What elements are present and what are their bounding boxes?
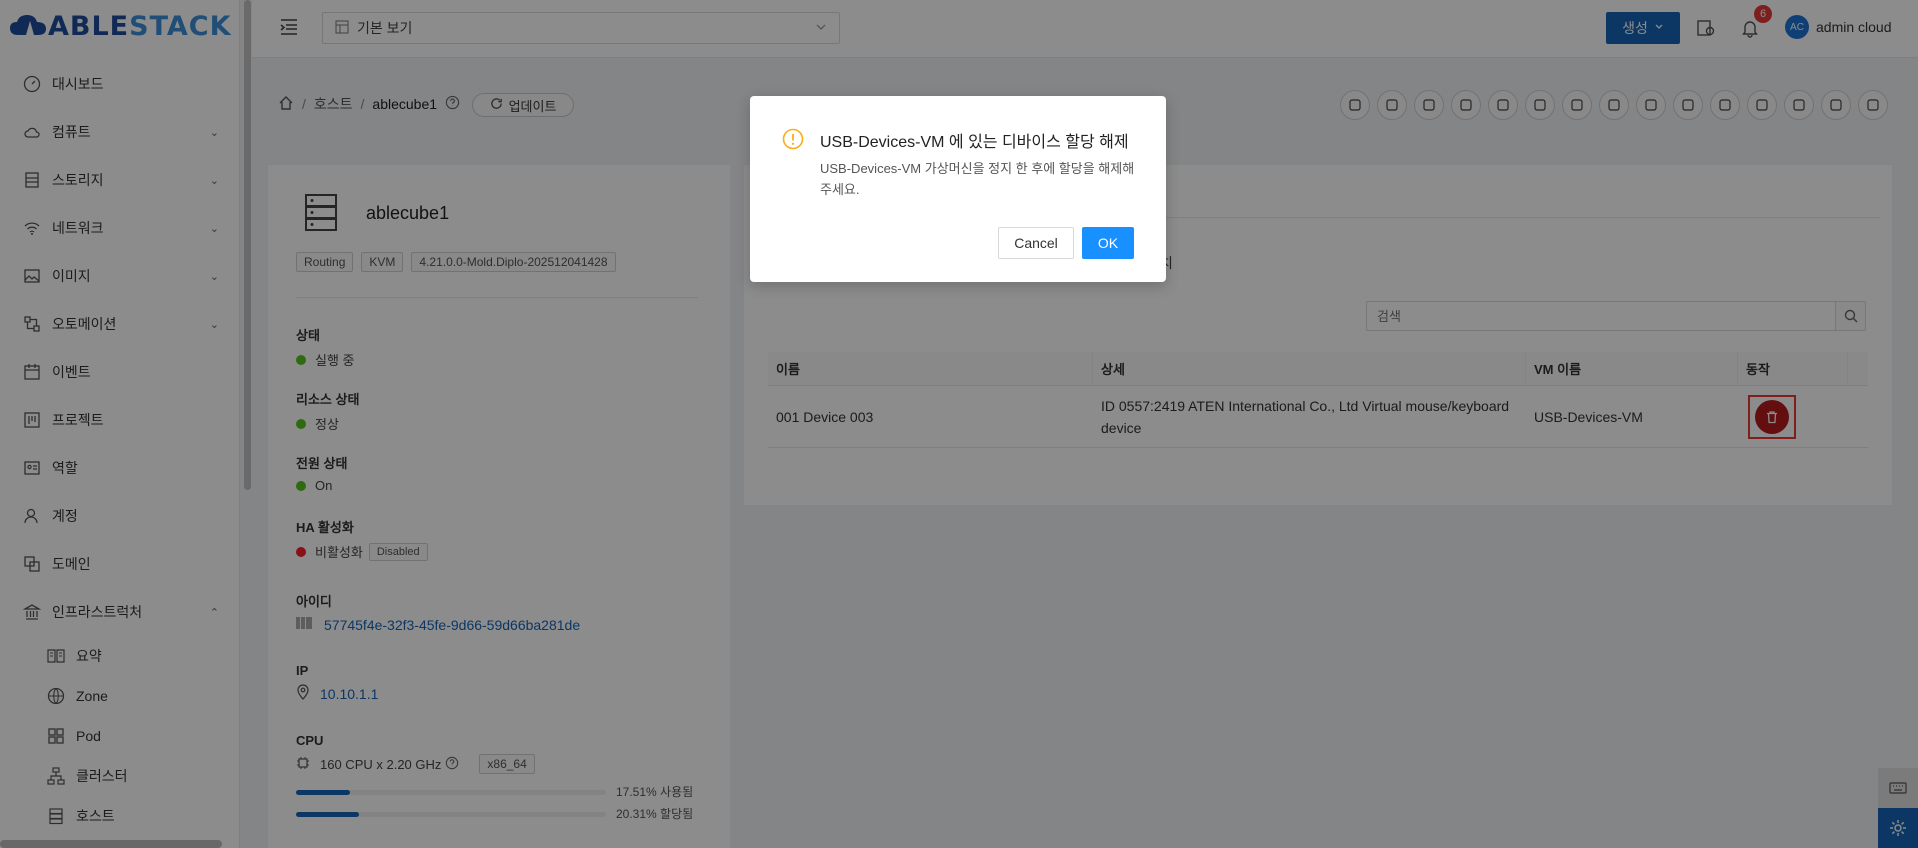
- cancel-button[interactable]: Cancel: [998, 227, 1074, 259]
- exclamation-circle-icon: [782, 128, 804, 150]
- ok-button[interactable]: OK: [1082, 227, 1134, 259]
- modal-body: USB-Devices-VM 가상머신을 정지 한 후에 할당을 해제해주세요.: [820, 161, 1135, 197]
- confirm-modal: USB-Devices-VM 에 있는 디바이스 할당 해제 USB-Devic…: [750, 96, 1166, 282]
- modal-title: USB-Devices-VM 에 있는 디바이스 할당 해제: [820, 134, 1129, 151]
